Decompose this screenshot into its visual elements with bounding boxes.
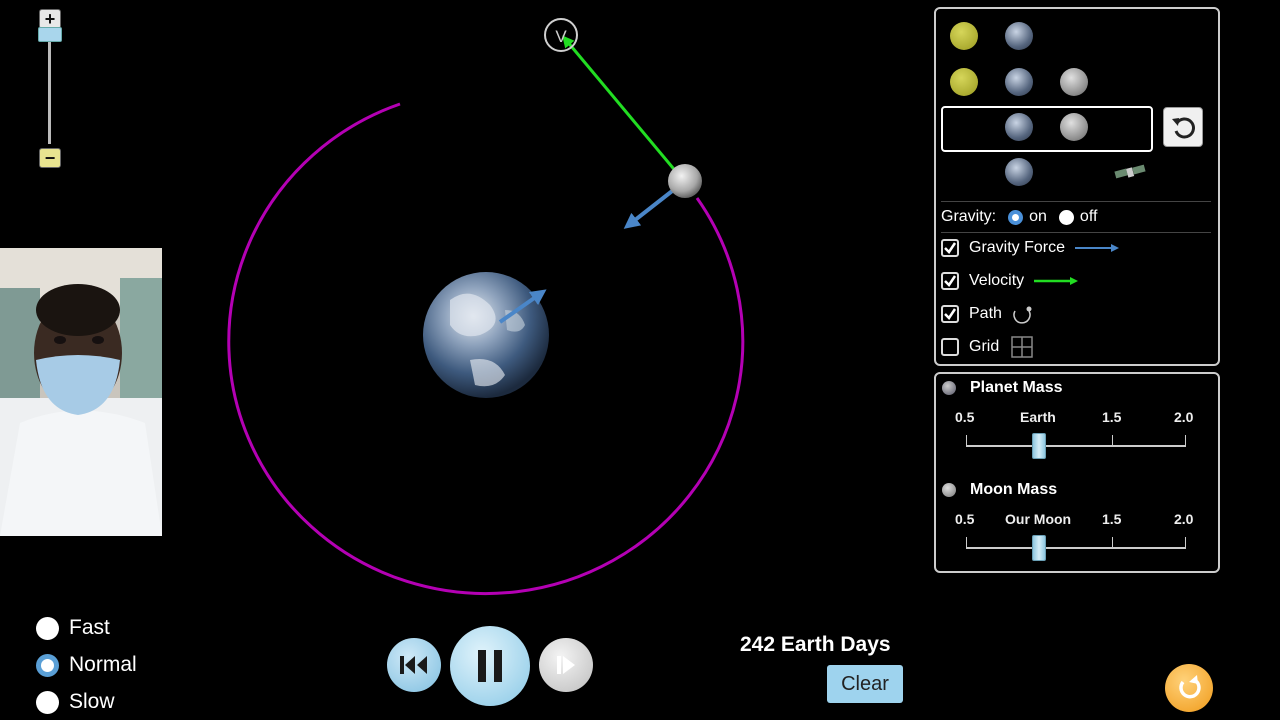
gravity-force-label: Gravity Force bbox=[969, 239, 1066, 256]
planet-mass-tick-1: Earth bbox=[1020, 409, 1056, 425]
step-forward-icon bbox=[557, 656, 575, 674]
moon-selected-icon bbox=[1060, 113, 1088, 141]
pause-button[interactable] bbox=[450, 626, 530, 706]
gravity-force-arrow-icon bbox=[1075, 244, 1120, 252]
velocity-label: Velocity bbox=[969, 272, 1025, 289]
gravity-off-radio[interactable] bbox=[1058, 209, 1074, 225]
moon-mass-tick-1: Our Moon bbox=[1005, 511, 1072, 527]
reset-icon bbox=[1179, 675, 1201, 699]
gravity-label: Gravity: bbox=[941, 208, 997, 225]
path-label: Path bbox=[969, 305, 1002, 322]
moon-option-icon[interactable] bbox=[1060, 68, 1088, 96]
path-checkbox[interactable] bbox=[941, 305, 959, 323]
planet-mass-tick-2: 1.5 bbox=[1102, 409, 1122, 425]
gravity-toggle-row: Gravity: on off bbox=[941, 208, 1097, 226]
moon-mass-title: Moon Mass bbox=[970, 481, 1058, 498]
moon-mass-tick-3: 2.0 bbox=[1174, 511, 1194, 527]
planet-mass-title: Planet Mass bbox=[970, 379, 1063, 396]
speed-option-normal[interactable]: Normal bbox=[36, 653, 137, 677]
speed-fast-radio[interactable] bbox=[36, 616, 59, 640]
moon-mass-tick-mark bbox=[966, 537, 967, 547]
gravity-on-radio[interactable] bbox=[1008, 209, 1024, 225]
speed-fast-label: Fast bbox=[69, 616, 110, 639]
velocity-vector-arrow[interactable] bbox=[562, 35, 685, 181]
velocity-arrow-icon bbox=[1034, 277, 1079, 285]
moon-mass-slider-track[interactable] bbox=[966, 547, 1186, 549]
grid-icon bbox=[1011, 336, 1033, 358]
speed-slow-label: Slow bbox=[69, 690, 115, 713]
pause-icon bbox=[478, 650, 502, 682]
planet-mass-tick-mark bbox=[1112, 435, 1113, 445]
elapsed-time-readout: 242 Earth Days bbox=[740, 633, 891, 656]
clear-button[interactable]: Clear bbox=[827, 665, 903, 703]
rewind-icon bbox=[400, 656, 427, 674]
moon-mass-header: Moon Mass bbox=[942, 480, 1057, 500]
moon-mass-tick-mark bbox=[1185, 537, 1186, 547]
moon-gravity-force-arrow bbox=[623, 186, 678, 229]
planet-mass-slider-track[interactable] bbox=[966, 445, 1186, 447]
checkmark-icon bbox=[944, 242, 957, 254]
moon-mass-tick-0: 0.5 bbox=[955, 511, 975, 527]
velocity-checkbox[interactable] bbox=[941, 272, 959, 290]
earth-selected-icon bbox=[1005, 113, 1033, 141]
velocity-marker-label: V bbox=[555, 27, 567, 46]
reset-all-button[interactable] bbox=[1165, 664, 1213, 712]
planet-mass-tick-3: 2.0 bbox=[1174, 409, 1194, 425]
rewind-button[interactable] bbox=[387, 638, 441, 692]
planet-mass-header: Planet Mass bbox=[942, 378, 1062, 398]
gravity-on-label: on bbox=[1029, 208, 1047, 225]
gravity-force-checkbox[interactable] bbox=[941, 239, 959, 257]
sun-option-icon[interactable] bbox=[950, 22, 978, 50]
speed-slow-radio[interactable] bbox=[36, 690, 59, 714]
gravity-off-label: off bbox=[1079, 208, 1098, 225]
speed-normal-radio[interactable] bbox=[36, 653, 59, 677]
checkmark-icon bbox=[944, 308, 957, 320]
checkmark-icon bbox=[944, 275, 957, 287]
speed-option-slow[interactable]: Slow bbox=[36, 690, 115, 714]
moon-mass-slider-thumb[interactable] bbox=[1032, 535, 1047, 561]
moon-mass-icon bbox=[942, 483, 956, 497]
satellite-option-icon[interactable] bbox=[1113, 162, 1147, 184]
velocity-handle[interactable]: V bbox=[544, 18, 578, 52]
panel-divider bbox=[941, 201, 1211, 202]
planet-mass-tick-mark bbox=[966, 435, 967, 445]
panel-divider bbox=[941, 232, 1211, 233]
earth-option-icon-2[interactable] bbox=[1005, 68, 1033, 96]
selected-preset-earth-moon[interactable] bbox=[941, 106, 1153, 152]
step-forward-button[interactable] bbox=[539, 638, 593, 692]
moon-mass-tick-mark bbox=[1112, 537, 1113, 547]
moon-mass-tick-2: 1.5 bbox=[1102, 511, 1122, 527]
gravity-force-row: Gravity Force bbox=[941, 237, 1120, 259]
moon-body[interactable] bbox=[668, 164, 702, 198]
mass-panel bbox=[934, 372, 1220, 573]
path-row: Path bbox=[941, 303, 1034, 325]
grid-label: Grid bbox=[969, 338, 1000, 355]
planet-mass-tick-0: 0.5 bbox=[955, 409, 975, 425]
velocity-row: Velocity bbox=[941, 270, 1079, 292]
reset-bodies-button[interactable] bbox=[1163, 107, 1203, 147]
earth-planet[interactable] bbox=[423, 272, 549, 398]
speed-normal-label: Normal bbox=[69, 653, 137, 676]
undo-icon bbox=[1172, 117, 1195, 139]
speed-option-fast[interactable]: Fast bbox=[36, 616, 110, 640]
earth-option-icon-3[interactable] bbox=[1005, 158, 1033, 186]
path-icon bbox=[1013, 306, 1032, 324]
earth-option-icon[interactable] bbox=[1005, 22, 1033, 50]
webcam-video-feed bbox=[0, 248, 162, 536]
sun-option-icon-2[interactable] bbox=[950, 68, 978, 96]
planet-mass-slider-thumb[interactable] bbox=[1032, 433, 1047, 459]
grid-row: Grid bbox=[941, 336, 1033, 358]
planet-mass-icon bbox=[942, 381, 956, 395]
planet-mass-tick-mark bbox=[1185, 435, 1186, 445]
grid-checkbox[interactable] bbox=[941, 338, 959, 356]
